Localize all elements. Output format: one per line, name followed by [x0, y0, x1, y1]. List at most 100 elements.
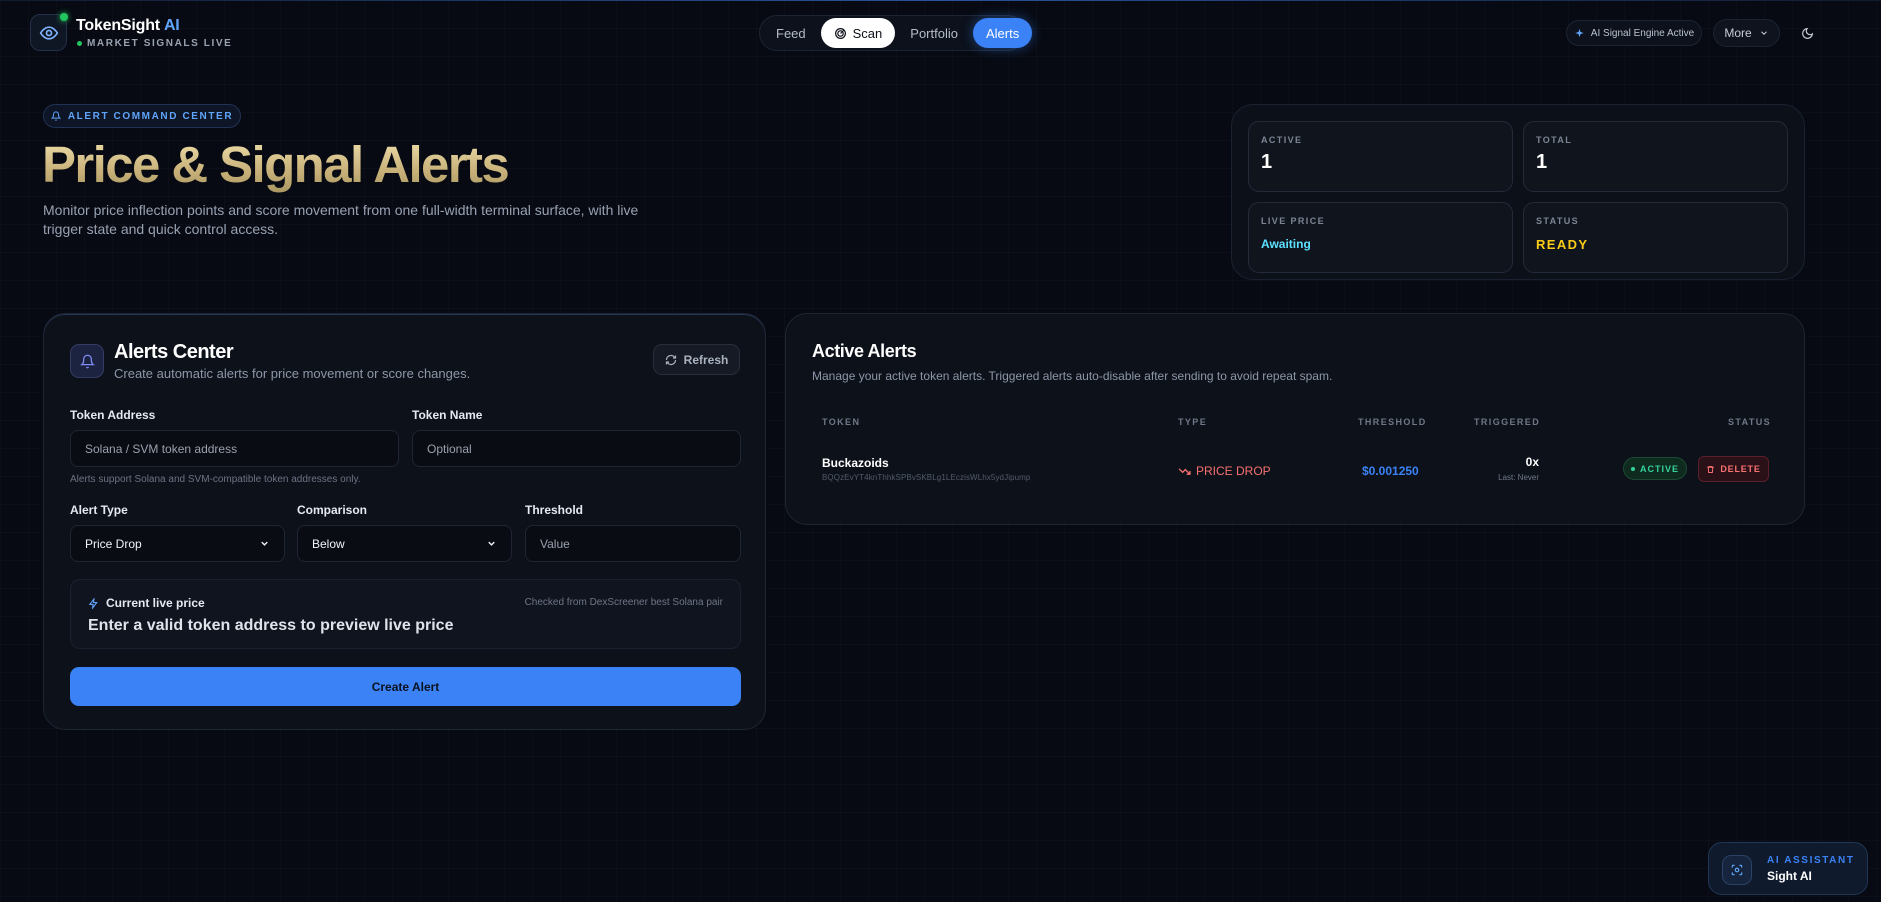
create-alert-button[interactable]: Create Alert	[70, 667, 741, 706]
nav-alerts-label: Alerts	[985, 25, 1020, 41]
active-alerts-subtitle: Manage your active token alerts. Trigger…	[812, 369, 1333, 383]
live-dot	[77, 41, 82, 46]
hero-badge-text: ALERT COMMAND CENTER	[67, 110, 234, 122]
stat-active-label: ACTIVE	[1261, 135, 1303, 145]
ai-assistant-button[interactable]: AI ASSISTANT Sight AI	[1708, 842, 1868, 895]
alerts-center-title: Alerts Center	[114, 341, 234, 363]
status-dot	[1630, 466, 1635, 471]
engine-status-text: AI Signal Engine Active	[1590, 27, 1695, 39]
main-nav: Feed Scan Portfolio Alerts	[759, 15, 1033, 51]
stat-live-price-value: Awaiting	[1261, 237, 1311, 251]
moon-icon	[1801, 27, 1813, 39]
refresh-label: Refresh	[683, 352, 729, 367]
row-last-triggered: Last: Never	[1498, 473, 1539, 482]
nav-portfolio[interactable]: Portfolio	[897, 18, 971, 48]
assistant-icon-box	[1722, 855, 1752, 885]
brand-name-ai: AI	[163, 17, 180, 34]
refresh-button[interactable]: Refresh	[653, 344, 740, 375]
active-alerts-card: Active Alerts Manage your active token a…	[785, 313, 1805, 525]
assistant-name: Sight AI	[1767, 869, 1812, 883]
trash-icon	[1707, 465, 1715, 473]
radar-icon	[834, 27, 846, 39]
app-header: TokenSight AI MARKET SIGNALS LIVE Feed Sc…	[0, 0, 1881, 66]
row-token-name: Buckazoids	[822, 456, 889, 470]
stat-status-label: STATUS	[1536, 216, 1580, 226]
stat-live-price: LIVE PRICE Awaiting	[1248, 202, 1513, 273]
nav-scan-label: Scan	[852, 25, 883, 41]
trending-down-icon	[1178, 467, 1191, 475]
brand-subtitle: MARKET SIGNALS LIVE	[77, 38, 232, 49]
token-name-input[interactable]: Optional	[412, 430, 741, 467]
threshold-placeholder: Value	[540, 536, 570, 551]
column-header-status: STATUS	[1728, 417, 1772, 427]
refresh-icon	[665, 354, 676, 365]
nav-alerts[interactable]: Alerts	[972, 18, 1033, 48]
scan-icon	[1731, 864, 1743, 876]
stat-total: TOTAL 1	[1523, 121, 1788, 192]
live-price-source: Checked from DexScreener best Solana pai…	[524, 597, 723, 608]
live-price-message: Enter a valid token address to preview l…	[88, 617, 454, 634]
lightning-icon	[88, 597, 98, 609]
stat-active-value: 1	[1261, 151, 1273, 173]
more-label: More	[1724, 26, 1752, 40]
engine-status-pill[interactable]: AI Signal Engine Active	[1566, 20, 1702, 46]
alert-type-select[interactable]: Price Drop	[70, 525, 285, 562]
column-header-threshold: THRESHOLD	[1358, 417, 1427, 427]
column-header-token: TOKEN	[822, 417, 861, 427]
brand-status-dot	[60, 13, 68, 21]
token-address-placeholder: Solana / SVM token address	[85, 441, 238, 456]
live-price-title-text: Current live price	[106, 596, 205, 610]
row-alert-type-text: PRICE DROP	[1196, 464, 1271, 478]
stat-total-label: TOTAL	[1536, 135, 1573, 145]
alert-type-label: Alert Type	[70, 503, 128, 517]
alerts-center-card: Alerts Center Create automatic alerts fo…	[43, 313, 766, 730]
bell-icon	[79, 354, 95, 368]
stat-active: ACTIVE 1	[1248, 121, 1513, 192]
bell-icon	[50, 111, 61, 121]
brand-name: TokenSight AI	[76, 17, 180, 35]
column-header-triggered: TRIGGERED	[1474, 417, 1541, 427]
token-name-placeholder: Optional	[427, 441, 472, 456]
nav-portfolio-label: Portfolio	[910, 25, 958, 41]
more-button[interactable]: More	[1713, 19, 1780, 47]
stat-total-value: 1	[1536, 151, 1548, 173]
stat-status: STATUS READY	[1523, 202, 1788, 273]
delete-label: DELETE	[1720, 464, 1761, 474]
comparison-select[interactable]: Below	[297, 525, 512, 562]
row-threshold: $0.001250	[1362, 464, 1419, 478]
alerts-center-icon-box	[70, 344, 104, 378]
page-title: Price & Signal Alerts	[42, 136, 510, 193]
stat-status-value: READY	[1536, 237, 1589, 252]
page-description: Monitor price inflection points and scor…	[43, 202, 639, 237]
create-alert-label: Create Alert	[371, 679, 440, 694]
live-price-preview: Current live price Checked from DexScree…	[70, 579, 741, 649]
brand-name-text: TokenSight	[76, 17, 160, 34]
nav-scan[interactable]: Scan	[820, 18, 896, 48]
threshold-input[interactable]: Value	[525, 525, 741, 562]
active-alerts-title: Active Alerts	[812, 341, 917, 361]
alert-type-value: Price Drop	[85, 536, 142, 551]
status-badge-text: ACTIVE	[1639, 463, 1679, 474]
nav-feed[interactable]: Feed	[763, 18, 819, 48]
live-price-title: Current live price	[88, 596, 205, 610]
token-address-input[interactable]: Solana / SVM token address	[70, 430, 399, 467]
threshold-label: Threshold	[525, 503, 584, 517]
row-alert-type: PRICE DROP	[1178, 464, 1271, 478]
comparison-value: Below	[312, 536, 345, 551]
hero-badge: ALERT COMMAND CENTER	[43, 104, 241, 128]
chevron-down-icon	[261, 541, 268, 546]
stat-live-price-label: LIVE PRICE	[1261, 216, 1326, 226]
theme-toggle[interactable]	[1794, 20, 1820, 46]
alerts-center-subtitle: Create automatic alerts for price moveme…	[114, 366, 471, 381]
delete-alert-button[interactable]: DELETE	[1698, 456, 1769, 482]
sparkle-icon	[1575, 28, 1584, 37]
stats-panel: ACTIVE 1 TOTAL 1 LIVE PRICE Awaiting STA…	[1231, 104, 1805, 280]
nav-feed-label: Feed	[776, 25, 806, 41]
assistant-label: AI ASSISTANT	[1767, 855, 1855, 866]
eye-icon	[39, 25, 58, 40]
token-name-label: Token Name	[412, 408, 483, 422]
brand-subtitle-text: MARKET SIGNALS LIVE	[87, 38, 233, 49]
token-address-label: Token Address	[70, 408, 156, 422]
address-hint: Alerts support Solana and SVM-compatible…	[70, 474, 361, 485]
chevron-down-icon	[1760, 31, 1767, 35]
